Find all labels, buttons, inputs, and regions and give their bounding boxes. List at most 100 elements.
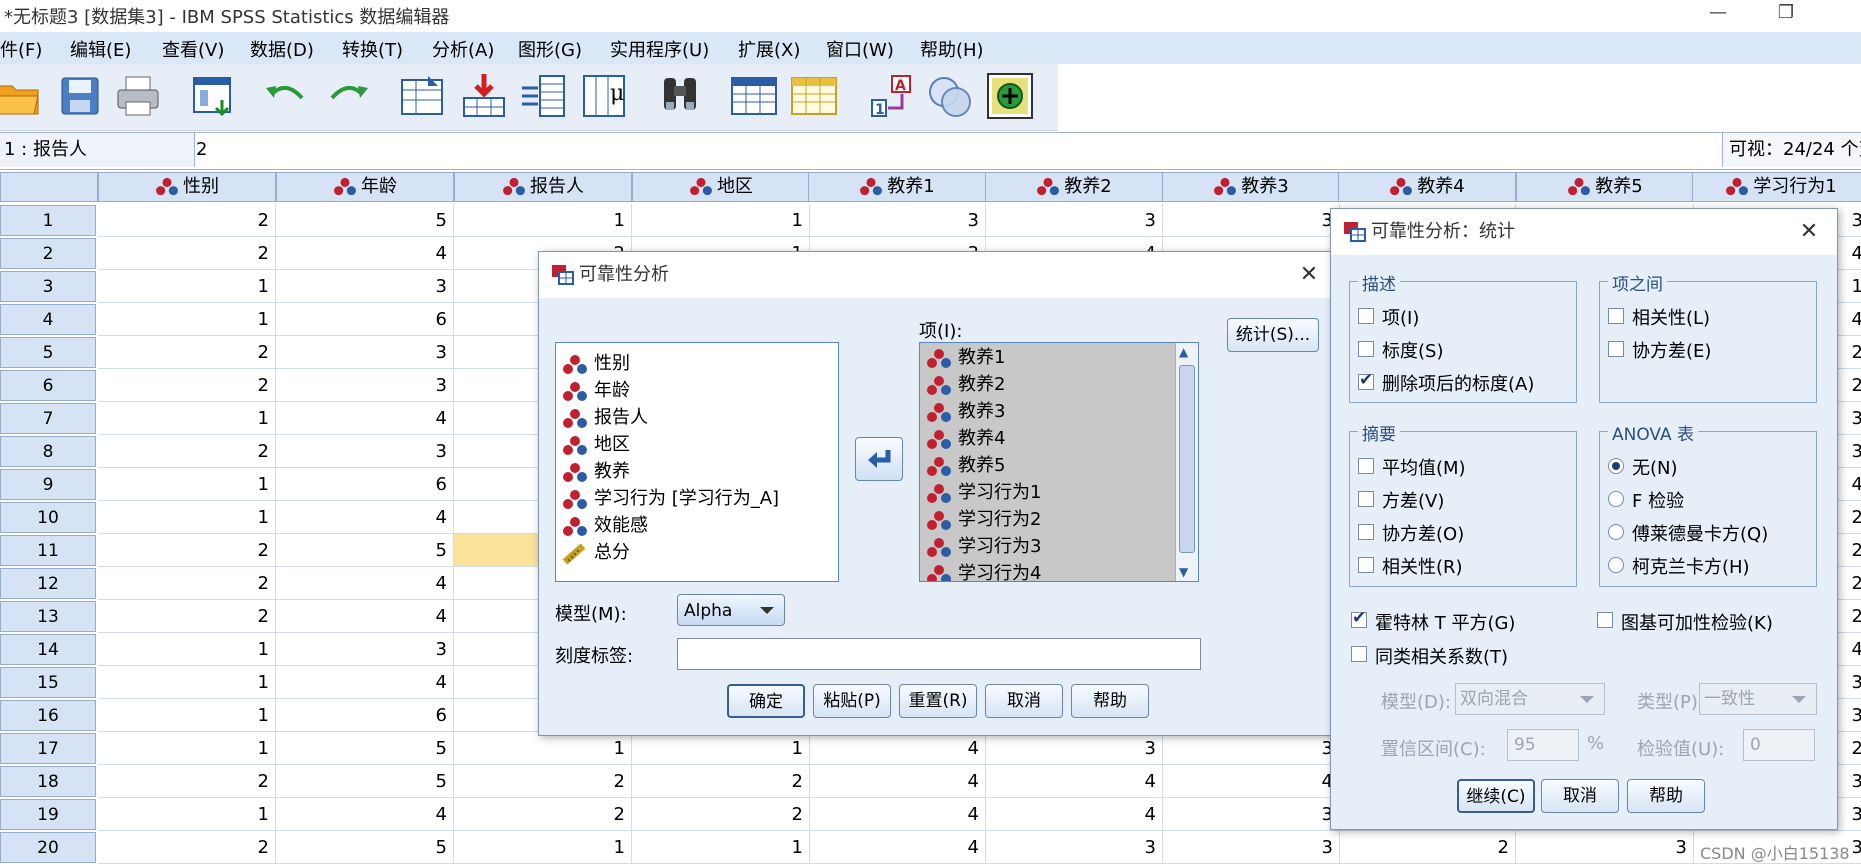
source-variable-item[interactable]: 年龄 (562, 378, 630, 404)
data-cell[interactable]: 4 (1162, 765, 1340, 798)
item-entry[interactable]: 教养2 (926, 372, 1005, 398)
menu-graphs[interactable]: 图形(G) (518, 36, 582, 62)
item-entry[interactable]: 学习行为3 (926, 534, 1041, 560)
data-cell[interactable]: 2 (98, 567, 276, 600)
data-cell[interactable]: 1 (632, 204, 810, 237)
data-cell[interactable]: 4 (985, 765, 1163, 798)
checkbox-summary-3[interactable] (1358, 557, 1374, 573)
icc-type-select[interactable]: 一致性 (1699, 683, 1817, 715)
select-cases-icon[interactable] (986, 72, 1034, 120)
scroll-down-icon[interactable]: ▼ (1179, 565, 1188, 579)
print-icon[interactable] (114, 72, 162, 120)
ok-button[interactable]: 确定 (727, 684, 805, 718)
row-header[interactable]: 12 (0, 568, 96, 599)
item-entry[interactable]: 学习行为4 (926, 561, 1041, 581)
row-header[interactable]: 19 (0, 799, 96, 830)
data-cell[interactable]: 5 (276, 765, 454, 798)
insert-cases-icon[interactable] (730, 72, 778, 120)
cell-value-input[interactable]: 2 (196, 133, 207, 167)
data-cell[interactable]: 3 (985, 204, 1163, 237)
menu-window[interactable]: 窗口(W) (826, 36, 894, 62)
help-button[interactable]: 帮助 (1627, 779, 1705, 813)
data-cell[interactable]: 1 (454, 831, 632, 864)
row-header[interactable]: 9 (0, 469, 96, 500)
column-header[interactable]: 地区 (632, 172, 810, 202)
radio-anova-2[interactable] (1608, 524, 1624, 540)
data-cell[interactable]: 2 (98, 336, 276, 369)
data-cell[interactable]: 6 (276, 699, 454, 732)
data-cell[interactable]: 5 (276, 732, 454, 765)
cancel-button[interactable]: 取消 (1541, 779, 1619, 813)
menu-edit[interactable]: 编辑(E) (70, 36, 131, 62)
save-icon[interactable] (56, 72, 104, 120)
item-entry[interactable]: 学习行为2 (926, 507, 1041, 533)
source-variable-item[interactable]: 学习行为 [学习行为_A] (562, 486, 779, 512)
data-cell[interactable]: 4 (985, 798, 1163, 831)
scroll-thumb[interactable] (1179, 365, 1195, 553)
row-header[interactable]: 6 (0, 370, 96, 401)
data-cell[interactable]: 3 (276, 369, 454, 402)
source-variable-item[interactable]: 总分 (562, 540, 630, 566)
test-value-input[interactable]: 0 (1743, 729, 1815, 761)
ci-input[interactable]: 95 (1507, 729, 1579, 761)
data-cell[interactable]: 4 (808, 732, 986, 765)
continue-button[interactable]: 继续(C) (1457, 779, 1535, 813)
insert-variable-icon[interactable] (790, 72, 838, 120)
column-header[interactable]: 教养2 (985, 172, 1163, 202)
row-header[interactable]: 20 (0, 832, 96, 863)
data-cell[interactable]: 1 (454, 732, 632, 765)
data-cell[interactable]: 3 (808, 204, 986, 237)
source-variable-item[interactable]: 教养 (562, 459, 630, 485)
column-header[interactable]: 报告人 (454, 172, 632, 202)
checkbox-summary-0[interactable] (1358, 458, 1374, 474)
data-cell[interactable]: 2 (98, 600, 276, 633)
row-header[interactable]: 7 (0, 403, 96, 434)
checkbox-summary-2[interactable] (1358, 524, 1374, 540)
menu-transform[interactable]: 转换(T) (342, 36, 403, 62)
source-variable-item[interactable]: 性别 (562, 351, 630, 377)
data-cell[interactable]: 4 (276, 666, 454, 699)
data-cell[interactable]: 2 (1338, 831, 1516, 864)
find-icon[interactable] (656, 72, 704, 120)
data-cell[interactable]: 2 (98, 534, 276, 567)
menu-data[interactable]: 数据(D) (250, 36, 314, 62)
weight-cases-icon[interactable] (926, 72, 974, 120)
data-cell[interactable]: 1 (98, 666, 276, 699)
data-cell[interactable]: 1 (98, 270, 276, 303)
data-cell[interactable]: 1 (98, 633, 276, 666)
source-variable-item[interactable]: 效能感 (562, 513, 648, 539)
data-cell[interactable]: 2 (98, 369, 276, 402)
data-cell[interactable]: 2 (98, 237, 276, 270)
row-header[interactable]: 14 (0, 634, 96, 665)
scale-label-input[interactable] (677, 638, 1201, 670)
data-cell[interactable]: 5 (276, 534, 454, 567)
row-header[interactable]: 5 (0, 337, 96, 368)
cancel-button[interactable]: 取消 (985, 684, 1063, 718)
column-header[interactable]: 教养1 (808, 172, 986, 202)
restore-button[interactable]: ❐ (1756, 0, 1816, 30)
goto-case-icon[interactable] (398, 72, 446, 120)
data-cell[interactable]: 2 (98, 204, 276, 237)
row-header[interactable]: 13 (0, 601, 96, 632)
data-cell[interactable]: 5 (276, 204, 454, 237)
checkbox-describe-2[interactable] (1358, 370, 1374, 390)
item-entry[interactable]: 教养1 (926, 345, 1005, 371)
redo-icon[interactable] (324, 72, 372, 120)
data-cell[interactable]: 2 (632, 765, 810, 798)
checkbox-describe-0[interactable] (1358, 308, 1374, 324)
column-header[interactable]: 年龄 (276, 172, 454, 202)
data-cell[interactable]: 1 (98, 699, 276, 732)
source-variable-item[interactable]: 报告人 (562, 405, 648, 431)
source-variable-item[interactable]: 地区 (562, 432, 630, 458)
close-button[interactable]: ✕ (1791, 215, 1827, 249)
column-header[interactable]: 教养4 (1338, 172, 1516, 202)
data-cell[interactable]: 2 (98, 435, 276, 468)
data-cell[interactable]: 3 (1162, 204, 1340, 237)
checkbox-summary-1[interactable] (1358, 491, 1374, 507)
menu-view[interactable]: 查看(V) (162, 36, 224, 62)
close-button[interactable]: ✕ (1291, 258, 1327, 292)
checkbox-describe-1[interactable] (1358, 341, 1374, 357)
row-header[interactable]: 17 (0, 733, 96, 764)
model-select[interactable]: Alpha (677, 594, 785, 626)
goto-variable-icon[interactable] (460, 72, 508, 120)
